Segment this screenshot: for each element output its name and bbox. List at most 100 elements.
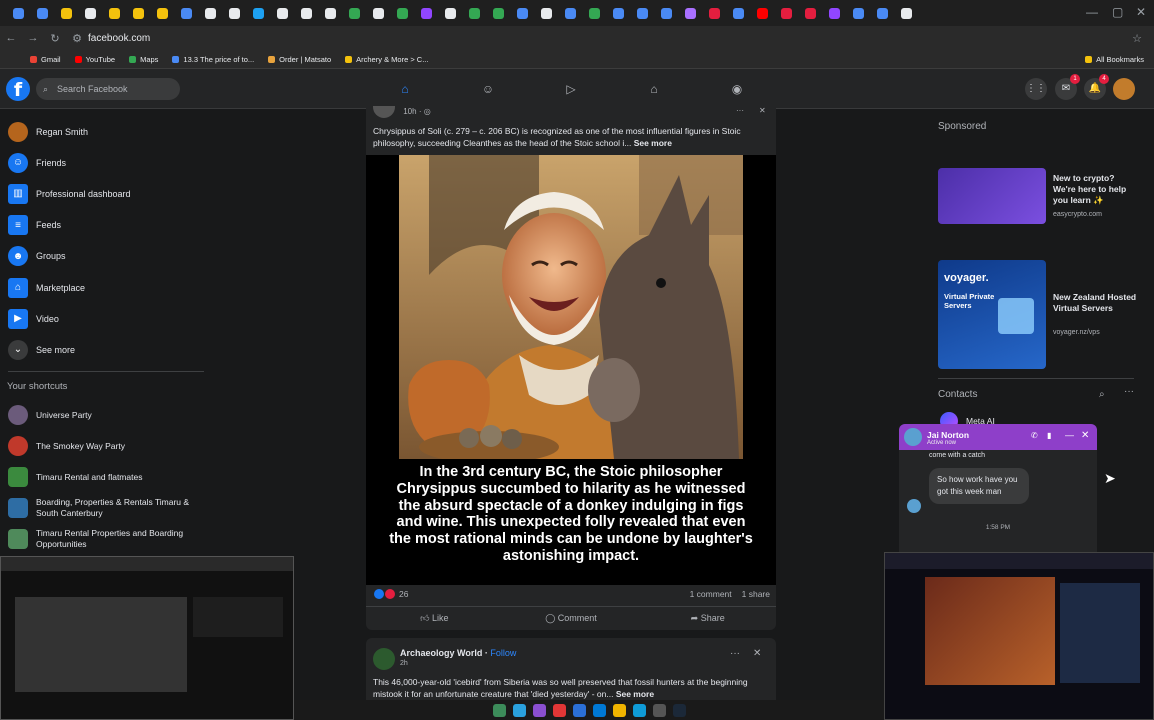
video-call-icon[interactable]: ▮ bbox=[1047, 431, 1051, 440]
browser-tab[interactable] bbox=[440, 4, 461, 22]
see-more-link[interactable]: See more bbox=[616, 689, 654, 699]
browser-tab[interactable] bbox=[80, 4, 101, 22]
bookmark-matsato[interactable]: Order | Matsato bbox=[268, 55, 331, 64]
browser-tab[interactable] bbox=[128, 4, 149, 22]
video-tab-icon[interactable]: ▷ bbox=[561, 79, 581, 99]
taskbar-app-icon[interactable] bbox=[572, 703, 586, 717]
browser-tab[interactable] bbox=[608, 4, 629, 22]
browser-tab[interactable] bbox=[896, 4, 917, 22]
shortcut-item[interactable]: Timaru Rental Properties and Boarding Op… bbox=[0, 524, 210, 555]
browser-tab[interactable] bbox=[200, 4, 221, 22]
url-field[interactable]: facebook.com bbox=[88, 33, 150, 44]
post-options-icon[interactable]: ··· bbox=[730, 648, 740, 659]
taskbar-app-icon[interactable] bbox=[512, 703, 526, 717]
post-time[interactable]: 2h bbox=[400, 660, 408, 667]
share-count[interactable]: 1 share bbox=[742, 589, 770, 599]
browser-tab[interactable] bbox=[728, 4, 749, 22]
reaction-count[interactable]: 26 bbox=[399, 589, 408, 599]
browser-tab[interactable] bbox=[488, 4, 509, 22]
browser-tab[interactable] bbox=[680, 4, 701, 22]
page-name[interactable]: Archaeology World bbox=[400, 648, 482, 658]
see-more-link[interactable]: See more bbox=[634, 138, 672, 148]
phone-icon[interactable]: ✆ bbox=[1031, 431, 1038, 440]
page-avatar[interactable] bbox=[373, 106, 395, 118]
sponsored-ad[interactable]: New to crypto? We're here to help you le… bbox=[938, 168, 1138, 226]
taskbar-app-icon[interactable] bbox=[652, 703, 666, 717]
page-avatar[interactable] bbox=[373, 648, 395, 670]
gaming-tab-icon[interactable]: ◉ bbox=[727, 79, 747, 99]
search-contacts-icon[interactable]: ⌕ bbox=[1099, 389, 1105, 400]
browser-tab[interactable] bbox=[248, 4, 269, 22]
sidebar-item-see-more[interactable]: ⌄ See more bbox=[0, 334, 210, 365]
taskbar-app-icon[interactable] bbox=[592, 703, 606, 717]
menu-grid-icon[interactable]: ⋮⋮ bbox=[1025, 78, 1047, 100]
sidebar-item-marketplace[interactable]: ⌂ Marketplace bbox=[0, 272, 210, 303]
browser-tab[interactable] bbox=[776, 4, 797, 22]
sidebar-item-friends[interactable]: ☺ Friends bbox=[0, 147, 210, 178]
post-time[interactable]: 10h bbox=[403, 107, 416, 116]
contacts-options-icon[interactable]: ··· bbox=[1124, 386, 1134, 397]
marketplace-tab-icon[interactable]: ⌂ bbox=[644, 79, 664, 99]
browser-tab[interactable] bbox=[416, 4, 437, 22]
sponsored-ad[interactable]: voyager. Virtual Private Servers New Zea… bbox=[938, 260, 1138, 370]
share-button[interactable]: ➦ Share bbox=[639, 607, 776, 628]
browser-tab[interactable] bbox=[272, 4, 293, 22]
close-chat-icon[interactable]: ✕ bbox=[1081, 430, 1089, 441]
browser-tab[interactable] bbox=[296, 4, 317, 22]
bookmark-youtube[interactable]: YouTube bbox=[74, 55, 115, 64]
browser-tab[interactable] bbox=[176, 4, 197, 22]
browser-tab[interactable] bbox=[104, 4, 125, 22]
taskbar-app-icon[interactable] bbox=[672, 703, 686, 717]
browser-tab[interactable] bbox=[752, 4, 773, 22]
taskbar-app-icon[interactable] bbox=[632, 703, 646, 717]
taskbar-app-icon[interactable] bbox=[532, 703, 546, 717]
home-icon[interactable]: ⌂ bbox=[395, 79, 415, 99]
minimize-chat-icon[interactable]: — bbox=[1065, 430, 1074, 440]
browser-tab[interactable] bbox=[656, 4, 677, 22]
browser-tab[interactable] bbox=[704, 4, 725, 22]
all-bookmarks[interactable]: All Bookmarks bbox=[1085, 55, 1144, 64]
browser-tab[interactable] bbox=[224, 4, 245, 22]
browser-tab[interactable] bbox=[320, 4, 341, 22]
post-options-icon[interactable]: ··· bbox=[736, 106, 744, 115]
shortcut-item[interactable]: Universe Party bbox=[0, 399, 210, 430]
post-image[interactable]: In the 3rd century BC, the Stoic philoso… bbox=[366, 155, 776, 585]
browser-tab[interactable] bbox=[56, 4, 77, 22]
hide-post-icon[interactable]: ✕ bbox=[759, 106, 766, 115]
follow-link[interactable]: Follow bbox=[490, 648, 516, 658]
reload-icon[interactable]: ↻ bbox=[44, 32, 66, 45]
site-info-icon[interactable]: ⚙ bbox=[66, 32, 88, 45]
bookmark-gmail[interactable]: Gmail bbox=[30, 55, 61, 64]
browser-tab[interactable] bbox=[536, 4, 557, 22]
browser-tab[interactable] bbox=[800, 4, 821, 22]
sidebar-item-dashboard[interactable]: ▥ Professional dashboard bbox=[0, 178, 210, 209]
sidebar-item-video[interactable]: ▶ Video bbox=[0, 303, 210, 334]
like-button[interactable]: 👍︎ Like bbox=[366, 607, 503, 628]
comment-count[interactable]: 1 comment bbox=[690, 589, 732, 599]
taskbar-app-icon[interactable] bbox=[552, 703, 566, 717]
browser-tab[interactable] bbox=[392, 4, 413, 22]
sidebar-item-groups[interactable]: ☻ Groups bbox=[0, 241, 210, 272]
window-preview-right[interactable] bbox=[884, 552, 1154, 720]
facebook-logo[interactable]: f bbox=[6, 77, 30, 101]
hide-post-icon[interactable]: ✕ bbox=[753, 648, 761, 659]
sidebar-item-feeds[interactable]: ≡ Feeds bbox=[0, 210, 210, 241]
browser-tab[interactable] bbox=[344, 4, 365, 22]
friends-tab-icon[interactable]: ☺ bbox=[478, 79, 498, 99]
account-avatar[interactable] bbox=[1113, 78, 1135, 100]
bookmark-star-icon[interactable]: ☆ bbox=[1132, 32, 1142, 45]
shortcut-item[interactable]: Timaru Rental and flatmates bbox=[0, 461, 210, 492]
forward-icon[interactable]: → bbox=[22, 32, 44, 44]
close-window-icon[interactable]: ✕ bbox=[1136, 5, 1146, 19]
window-preview-left[interactable] bbox=[0, 556, 294, 720]
taskbar-app-icon[interactable] bbox=[492, 703, 506, 717]
browser-tab[interactable] bbox=[560, 4, 581, 22]
browser-tab[interactable] bbox=[584, 4, 605, 22]
browser-tab[interactable] bbox=[464, 4, 485, 22]
comment-button[interactable]: ◯ Comment bbox=[503, 607, 640, 628]
back-icon[interactable]: ← bbox=[0, 32, 22, 44]
bookmark-price[interactable]: 13.3 The price of to... bbox=[172, 55, 254, 64]
browser-tab[interactable] bbox=[632, 4, 653, 22]
shortcut-item[interactable]: Boarding, Properties & Rentals Timaru & … bbox=[0, 493, 210, 524]
shortcut-item[interactable]: The Smokey Way Party bbox=[0, 430, 210, 461]
